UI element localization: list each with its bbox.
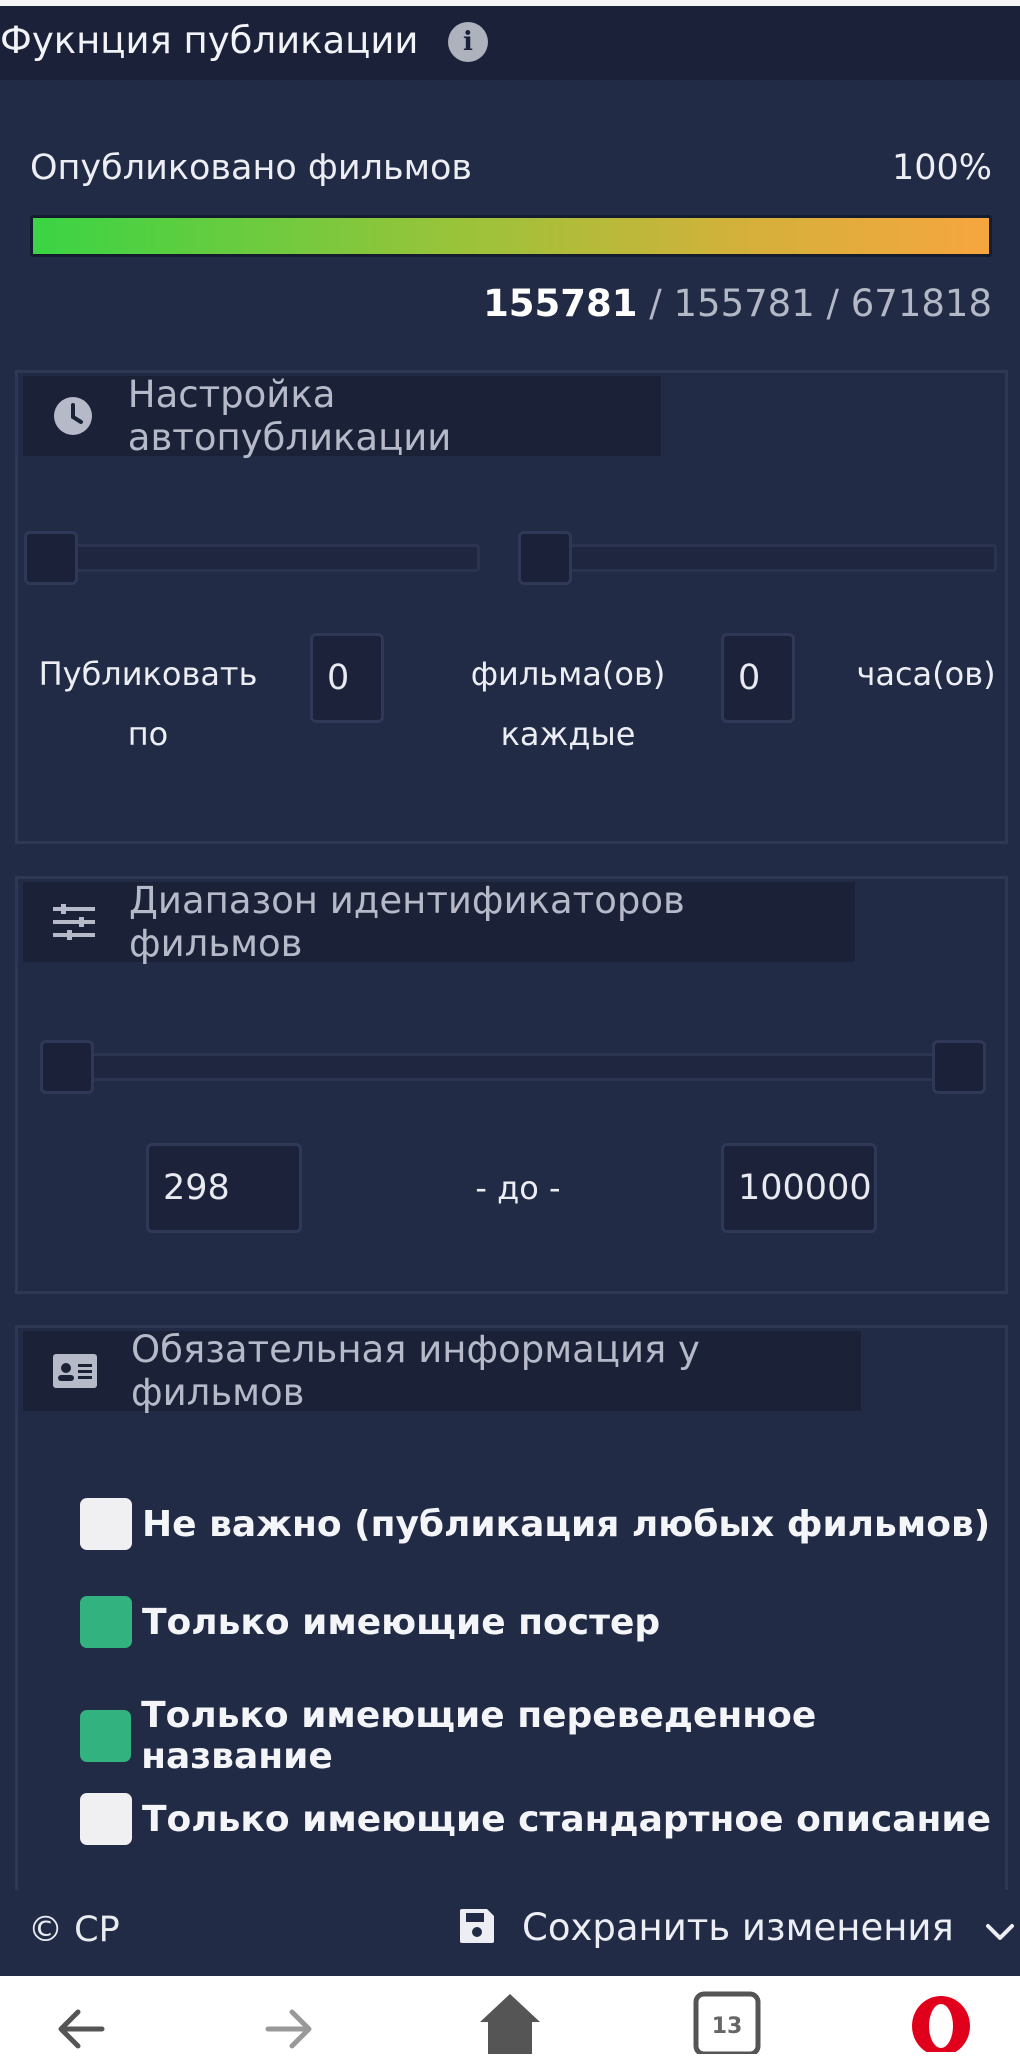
range-to-label: - до - xyxy=(475,1169,561,1207)
id-to-input[interactable] xyxy=(721,1143,877,1233)
films-every-label: фильма(ов) каждые xyxy=(470,655,666,753)
id-range-card-header: Диапазон идентификаторов фильмов xyxy=(23,879,855,965)
chevron-down-icon[interactable] xyxy=(980,1912,1020,1956)
films-slider-track[interactable] xyxy=(48,544,480,572)
save-changes-button[interactable]: Сохранить изменения xyxy=(458,1906,954,1949)
published-counts: 155781 / 155781 / 671818 xyxy=(483,282,992,325)
hours-slider-handle[interactable] xyxy=(518,531,572,585)
hours-count-input[interactable] xyxy=(721,633,795,723)
option-label: Только имеющие переведенное название xyxy=(141,1695,817,1777)
save-changes-label: Сохранить изменения xyxy=(522,1906,954,1949)
page-title: Фукнция публикации xyxy=(0,19,419,62)
checkbox[interactable] xyxy=(80,1498,132,1550)
id-range-card: Диапазон идентификаторов фильмов - до - xyxy=(15,876,1008,1294)
id-range-min-handle[interactable] xyxy=(40,1040,94,1094)
required-info-card: Обязательная информация у фильмов Не важ… xyxy=(15,1325,1008,1895)
home-icon[interactable] xyxy=(478,1990,542,2058)
tab-count: 13 xyxy=(711,2014,743,2039)
option-any-films[interactable]: Не важно (публикация любых фильмов) xyxy=(80,1498,990,1550)
tabs-icon[interactable]: 13 xyxy=(690,1988,764,2054)
films-count-input[interactable] xyxy=(310,633,384,723)
hours-label: часа(ов) xyxy=(856,655,996,693)
publish-label: Публиковать по xyxy=(38,655,258,753)
clock-icon xyxy=(53,394,94,438)
published-films-label: Опубликовано фильмов xyxy=(30,148,473,188)
opera-menu-icon[interactable] xyxy=(910,1990,972,2056)
total-counts: / 155781 / 671818 xyxy=(637,282,992,325)
id-range-max-handle[interactable] xyxy=(932,1040,986,1094)
checkbox[interactable] xyxy=(80,1596,132,1648)
published-percent: 100% xyxy=(891,148,992,188)
checkbox[interactable] xyxy=(80,1710,132,1762)
option-has-description[interactable]: Только имеющие стандартное описание xyxy=(80,1793,991,1845)
films-slider-handle[interactable] xyxy=(24,531,78,585)
browser-toolbar: 13 xyxy=(0,1976,1020,2067)
autopublish-title: Настройка автопубликации xyxy=(127,373,452,459)
forward-arrow-icon[interactable] xyxy=(262,1994,318,2058)
footer-bar: © CP Сохранить изменения xyxy=(0,1890,1020,1976)
required-info-card-header: Обязательная информация у фильмов xyxy=(23,1328,861,1414)
option-label: Не важно (публикация любых фильмов) xyxy=(142,1503,991,1545)
sliders-icon xyxy=(53,900,95,944)
checkbox[interactable] xyxy=(80,1793,132,1845)
id-from-input[interactable] xyxy=(146,1143,302,1233)
publish-progress-bar xyxy=(30,215,992,257)
save-icon xyxy=(458,1907,496,1949)
publish-progress-fill xyxy=(33,218,989,254)
option-has-translated-title[interactable]: Только имеющие переведенное название xyxy=(80,1695,1005,1777)
required-info-title: Обязательная информация у фильмов xyxy=(131,1328,700,1414)
published-count: 155781 xyxy=(483,282,638,325)
autopublish-card: Настройка автопубликации Публиковать по … xyxy=(15,370,1008,844)
back-arrow-icon[interactable] xyxy=(52,1994,108,2058)
hours-slider-track[interactable] xyxy=(540,544,997,572)
info-icon[interactable]: i xyxy=(448,22,488,62)
id-range-slider-track[interactable] xyxy=(72,1053,972,1081)
option-has-poster[interactable]: Только имеющие постер xyxy=(80,1596,660,1648)
autopublish-card-header: Настройка автопубликации xyxy=(23,373,661,459)
top-bar: Фукнция публикации i xyxy=(0,0,1020,80)
option-label: Только имеющие постер xyxy=(142,1601,661,1643)
copyright: © CP xyxy=(28,1910,120,1950)
id-range-title: Диапазон идентификаторов фильмов xyxy=(129,879,685,965)
option-label: Только имеющие стандартное описание xyxy=(142,1798,992,1840)
id-card-icon xyxy=(53,1349,97,1393)
